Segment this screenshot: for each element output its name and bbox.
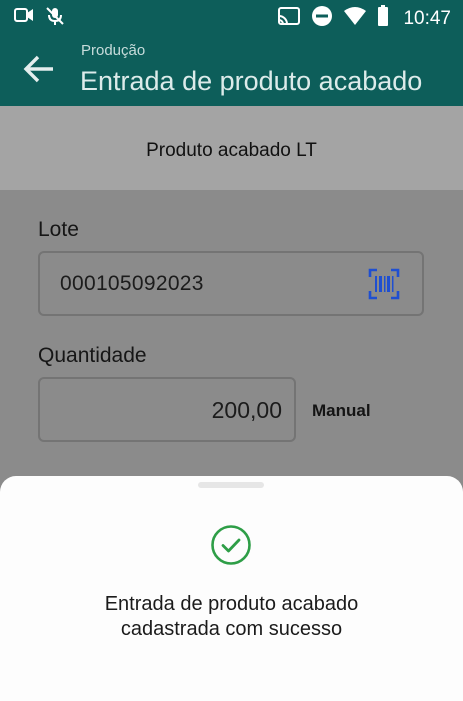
app-bar: Produção Entrada de produto acabado [0,32,463,106]
success-message-line1: Entrada de produto acabado [104,593,359,615]
battery-icon [377,5,389,32]
status-bar: 10:47 [0,0,463,32]
quantidade-field[interactable]: 200,00 [38,377,296,442]
quantidade-value: 200,00 [211,397,282,423]
app-bar-subtitle: Produção [81,42,146,59]
page-title: Entrada de produto acabado [80,66,423,96]
lote-label: Lote [38,218,79,241]
mic-off-icon [44,6,66,31]
section-header: Produto acabado LT [0,106,463,190]
quantidade-label: Quantidade [38,344,147,367]
lote-field[interactable]: 000105092023 [38,251,424,316]
back-arrow-icon[interactable] [22,52,56,86]
wifi-icon [343,6,367,31]
status-time: 10:47 [403,7,451,29]
section-title: Produto acabado LT [146,140,317,161]
success-message: Entrada de produto acabado cadastrada co… [0,592,463,642]
do-not-disturb-icon [311,5,333,32]
quantidade-mode: Manual [312,401,371,420]
check-circle-icon [210,524,252,566]
success-bottom-sheet: Entrada de produto acabado cadastrada co… [0,476,463,701]
barcode-scan-icon[interactable] [368,268,400,300]
success-message-line2: cadastrada com sucesso [120,618,343,640]
lote-value: 000105092023 [60,272,204,295]
cast-icon [277,6,301,31]
video-camera-icon [14,6,34,31]
sheet-drag-handle[interactable] [198,482,264,488]
